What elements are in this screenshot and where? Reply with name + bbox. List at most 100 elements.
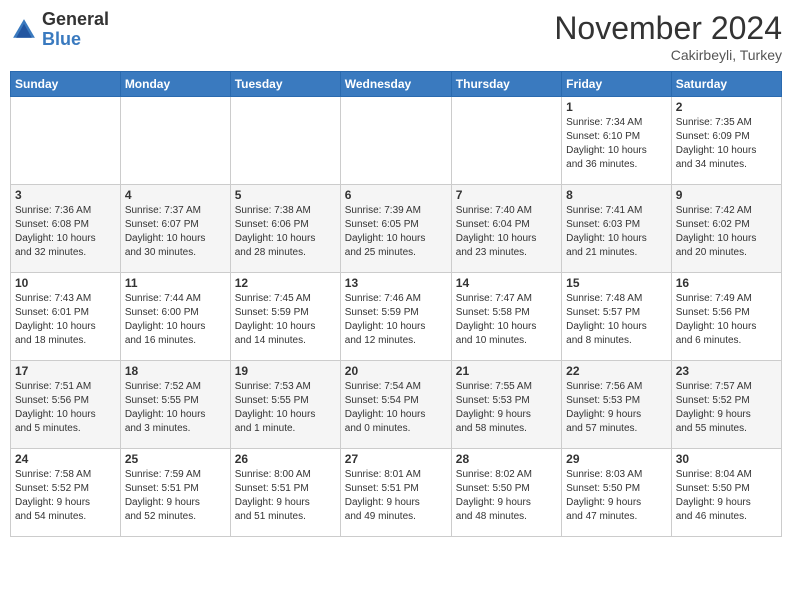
location-subtitle: Cakirbeyli, Turkey: [554, 47, 782, 63]
calendar-cell: 18 Sunrise: 7:52 AM Sunset: 5:55 PM Dayli…: [120, 361, 230, 449]
day-info: Sunrise: 7:59 AM Sunset: 5:51 PM Dayligh…: [125, 468, 226, 524]
calendar-cell: 17Sunrise: 7:51 AM Sunset: 5:56 PM Dayli…: [11, 361, 121, 449]
day-number: 19: [235, 364, 336, 378]
day-number: 1: [566, 100, 667, 114]
day-number: 22: [566, 364, 667, 378]
day-info: Sunrise: 7:52 AM Sunset: 5:55 PM Dayligh…: [125, 380, 226, 436]
day-info: Sunrise: 7:46 AM Sunset: 5:59 PM Dayligh…: [345, 292, 447, 348]
day-number: 4: [125, 188, 226, 202]
weekday-header-row: SundayMondayTuesdayWednesdayThursdayFrid…: [11, 72, 782, 97]
day-info: Sunrise: 7:36 AM Sunset: 6:08 PM Dayligh…: [15, 204, 116, 260]
calendar-cell: 5 Sunrise: 7:38 AM Sunset: 6:06 PM Daylig…: [230, 185, 340, 273]
weekday-header-saturday: Saturday: [671, 72, 781, 97]
day-number: 23: [676, 364, 777, 378]
logo: General Blue: [10, 10, 109, 50]
day-info: Sunrise: 7:35 AM Sunset: 6:09 PM Dayligh…: [676, 116, 777, 172]
calendar-cell: 27Sunrise: 8:01 AM Sunset: 5:51 PM Dayli…: [340, 449, 451, 537]
day-number: 24: [15, 452, 116, 466]
day-info: Sunrise: 7:34 AM Sunset: 6:10 PM Dayligh…: [566, 116, 667, 172]
calendar-cell: 28 Sunrise: 8:02 AM Sunset: 5:50 PM Dayli…: [451, 449, 561, 537]
day-number: 11: [125, 276, 226, 290]
calendar-cell: [120, 97, 230, 185]
calendar-cell: 22 Sunrise: 7:56 AM Sunset: 5:53 PM Dayli…: [562, 361, 672, 449]
day-number: 6: [345, 188, 447, 202]
day-number: 14: [456, 276, 557, 290]
calendar-week-4: 17Sunrise: 7:51 AM Sunset: 5:56 PM Dayli…: [11, 361, 782, 449]
weekday-header-monday: Monday: [120, 72, 230, 97]
calendar-table: SundayMondayTuesdayWednesdayThursdayFrid…: [10, 71, 782, 537]
month-title: November 2024: [554, 10, 782, 47]
calendar-cell: 30 Sunrise: 8:04 AM Sunset: 5:50 PM Dayli…: [671, 449, 781, 537]
day-info: Sunrise: 7:45 AM Sunset: 5:59 PM Dayligh…: [235, 292, 336, 348]
day-number: 2: [676, 100, 777, 114]
day-info: Sunrise: 7:47 AM Sunset: 5:58 PM Dayligh…: [456, 292, 557, 348]
calendar-cell: 1 Sunrise: 7:34 AM Sunset: 6:10 PM Daylig…: [562, 97, 672, 185]
day-info: Sunrise: 7:49 AM Sunset: 5:56 PM Dayligh…: [676, 292, 777, 348]
day-info: Sunrise: 8:00 AM Sunset: 5:51 PM Dayligh…: [235, 468, 336, 524]
calendar-cell: [340, 97, 451, 185]
calendar-cell: 19 Sunrise: 7:53 AM Sunset: 5:55 PM Dayli…: [230, 361, 340, 449]
weekday-header-wednesday: Wednesday: [340, 72, 451, 97]
calendar-week-3: 10 Sunrise: 7:43 AM Sunset: 6:01 PM Dayli…: [11, 273, 782, 361]
calendar-cell: 6 Sunrise: 7:39 AM Sunset: 6:05 PM Daylig…: [340, 185, 451, 273]
day-info: Sunrise: 7:41 AM Sunset: 6:03 PM Dayligh…: [566, 204, 667, 260]
day-info: Sunrise: 7:58 AM Sunset: 5:52 PM Dayligh…: [15, 468, 116, 524]
day-number: 5: [235, 188, 336, 202]
title-block: November 2024 Cakirbeyli, Turkey: [554, 10, 782, 63]
day-info: Sunrise: 7:57 AM Sunset: 5:52 PM Dayligh…: [676, 380, 777, 436]
day-info: Sunrise: 8:04 AM Sunset: 5:50 PM Dayligh…: [676, 468, 777, 524]
calendar-cell: 3Sunrise: 7:36 AM Sunset: 6:08 PM Daylig…: [11, 185, 121, 273]
day-info: Sunrise: 7:48 AM Sunset: 5:57 PM Dayligh…: [566, 292, 667, 348]
day-number: 25: [125, 452, 226, 466]
day-number: 28: [456, 452, 557, 466]
calendar-cell: 25 Sunrise: 7:59 AM Sunset: 5:51 PM Dayli…: [120, 449, 230, 537]
day-info: Sunrise: 7:55 AM Sunset: 5:53 PM Dayligh…: [456, 380, 557, 436]
logo-general-text: General: [42, 10, 109, 30]
day-number: 29: [566, 452, 667, 466]
day-number: 7: [456, 188, 557, 202]
day-number: 15: [566, 276, 667, 290]
day-number: 16: [676, 276, 777, 290]
logo-icon: [10, 16, 38, 44]
day-info: Sunrise: 7:43 AM Sunset: 6:01 PM Dayligh…: [15, 292, 116, 348]
calendar-cell: 11Sunrise: 7:44 AM Sunset: 6:00 PM Dayli…: [120, 273, 230, 361]
weekday-header-sunday: Sunday: [11, 72, 121, 97]
day-number: 10: [15, 276, 116, 290]
day-number: 21: [456, 364, 557, 378]
calendar-cell: 10 Sunrise: 7:43 AM Sunset: 6:01 PM Dayli…: [11, 273, 121, 361]
calendar-week-1: 1 Sunrise: 7:34 AM Sunset: 6:10 PM Daylig…: [11, 97, 782, 185]
calendar-cell: 29 Sunrise: 8:03 AM Sunset: 5:50 PM Dayli…: [562, 449, 672, 537]
calendar-cell: 4 Sunrise: 7:37 AM Sunset: 6:07 PM Daylig…: [120, 185, 230, 273]
day-number: 17: [15, 364, 116, 378]
weekday-header-tuesday: Tuesday: [230, 72, 340, 97]
weekday-header-thursday: Thursday: [451, 72, 561, 97]
calendar-cell: 24 Sunrise: 7:58 AM Sunset: 5:52 PM Dayli…: [11, 449, 121, 537]
day-info: Sunrise: 7:53 AM Sunset: 5:55 PM Dayligh…: [235, 380, 336, 436]
day-info: Sunrise: 8:03 AM Sunset: 5:50 PM Dayligh…: [566, 468, 667, 524]
calendar-cell: 7 Sunrise: 7:40 AM Sunset: 6:04 PM Daylig…: [451, 185, 561, 273]
calendar-cell: [230, 97, 340, 185]
day-number: 30: [676, 452, 777, 466]
calendar-cell: 20 Sunrise: 7:54 AM Sunset: 5:54 PM Dayli…: [340, 361, 451, 449]
calendar-cell: 14 Sunrise: 7:47 AM Sunset: 5:58 PM Dayli…: [451, 273, 561, 361]
calendar-week-2: 3Sunrise: 7:36 AM Sunset: 6:08 PM Daylig…: [11, 185, 782, 273]
day-info: Sunrise: 7:37 AM Sunset: 6:07 PM Dayligh…: [125, 204, 226, 260]
day-number: 20: [345, 364, 447, 378]
day-info: Sunrise: 7:56 AM Sunset: 5:53 PM Dayligh…: [566, 380, 667, 436]
calendar-week-5: 24 Sunrise: 7:58 AM Sunset: 5:52 PM Dayli…: [11, 449, 782, 537]
day-number: 18: [125, 364, 226, 378]
day-info: Sunrise: 7:39 AM Sunset: 6:05 PM Dayligh…: [345, 204, 447, 260]
logo-blue-text: Blue: [42, 30, 109, 50]
day-info: Sunrise: 7:38 AM Sunset: 6:06 PM Dayligh…: [235, 204, 336, 260]
calendar-cell: 16 Sunrise: 7:49 AM Sunset: 5:56 PM Dayli…: [671, 273, 781, 361]
day-number: 8: [566, 188, 667, 202]
page-header: General Blue November 2024 Cakirbeyli, T…: [10, 10, 782, 63]
day-number: 12: [235, 276, 336, 290]
day-number: 9: [676, 188, 777, 202]
day-info: Sunrise: 8:01 AM Sunset: 5:51 PM Dayligh…: [345, 468, 447, 524]
day-info: Sunrise: 7:40 AM Sunset: 6:04 PM Dayligh…: [456, 204, 557, 260]
day-info: Sunrise: 7:54 AM Sunset: 5:54 PM Dayligh…: [345, 380, 447, 436]
calendar-cell: 9Sunrise: 7:42 AM Sunset: 6:02 PM Daylig…: [671, 185, 781, 273]
day-info: Sunrise: 8:02 AM Sunset: 5:50 PM Dayligh…: [456, 468, 557, 524]
calendar-cell: 2 Sunrise: 7:35 AM Sunset: 6:09 PM Daylig…: [671, 97, 781, 185]
